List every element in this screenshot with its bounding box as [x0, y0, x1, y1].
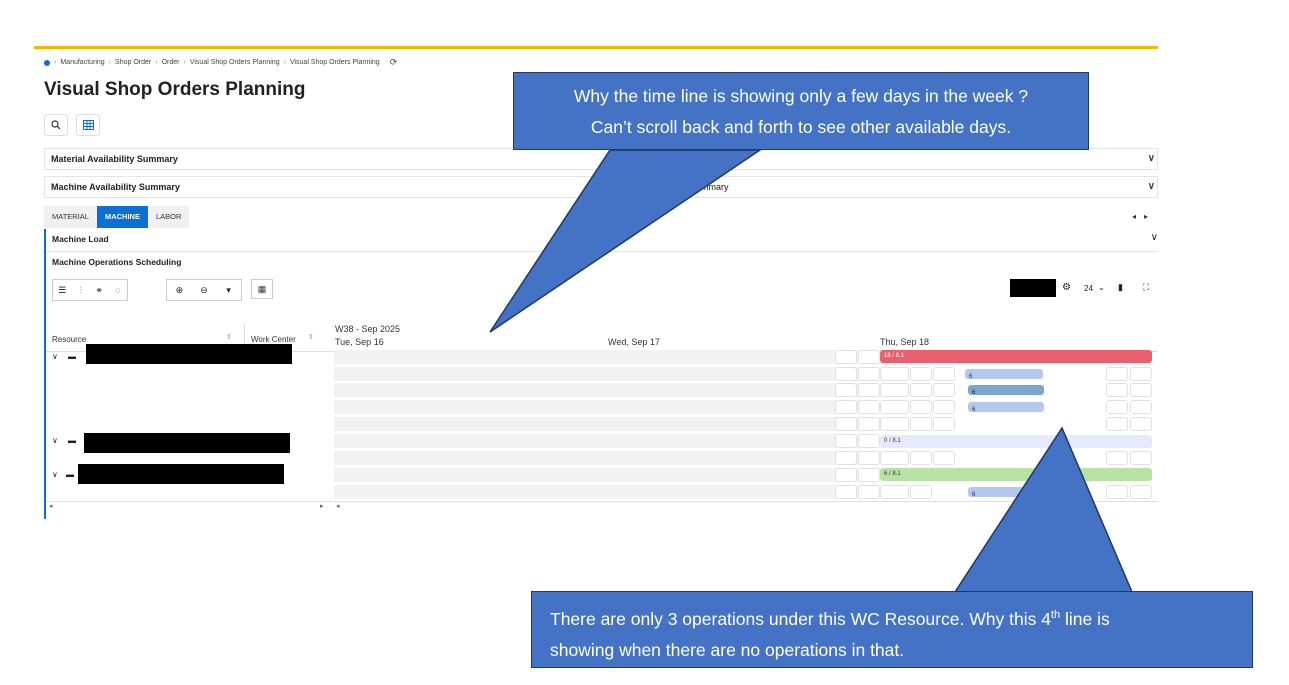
callout-text-line: There are only 3 operations under this W… [550, 600, 1252, 635]
callout-superscript: th [1050, 609, 1061, 621]
bottom-callout-pointer [953, 426, 1134, 593]
bottom-callout: There are only 3 operations under this W… [531, 591, 1253, 668]
top-callout-pointer [489, 149, 763, 333]
callout-text: Can’t scroll back and forth to see other… [590, 117, 1012, 137]
callout-text: Why the time line is showing only a few … [573, 86, 1029, 106]
callout-text: line is [1060, 608, 1110, 629]
top-callout: Why the time line is showing only a few … [513, 72, 1089, 150]
callout-text: showing when there are no operations in … [550, 639, 905, 660]
callout-text: There are only 3 operations under this W… [550, 608, 1051, 629]
